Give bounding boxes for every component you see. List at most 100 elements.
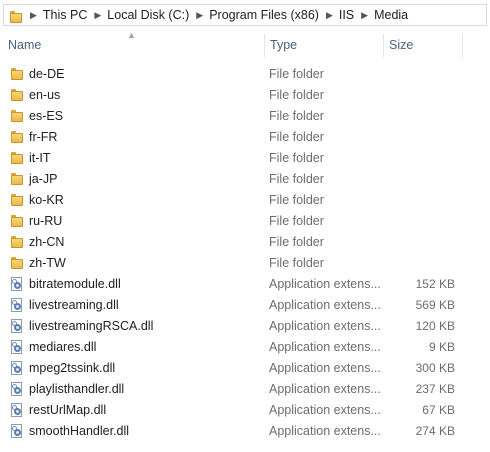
list-item[interactable]: fr-FR File folder: [0, 127, 490, 148]
file-name: it-IT: [29, 151, 51, 165]
file-type: File folder: [269, 67, 324, 81]
breadcrumb-iis[interactable]: IIS: [339, 8, 354, 22]
chevron-right-icon[interactable]: ▶: [319, 10, 339, 21]
chevron-right-icon[interactable]: ▶: [189, 10, 209, 21]
file-size: 152 KB: [415, 277, 455, 291]
breadcrumb-program-files[interactable]: Program Files (x86): [209, 8, 319, 22]
dll-file-icon: [10, 340, 24, 354]
folder-icon: [9, 10, 23, 23]
dll-file-icon: [10, 277, 24, 291]
folder-icon: [10, 67, 24, 81]
file-type: File folder: [269, 172, 324, 186]
folder-icon: [10, 130, 24, 144]
list-item[interactable]: mediares.dll Application extens... 9 KB: [0, 337, 490, 358]
sort-ascending-icon: ▲: [127, 30, 136, 40]
file-name: bitratemodule.dll: [29, 277, 121, 291]
file-name: smoothHandler.dll: [29, 424, 130, 438]
file-size: 9 KB: [428, 340, 455, 354]
file-type: Application extens...: [269, 424, 381, 438]
file-size: 300 KB: [415, 361, 455, 375]
dll-file-icon: [10, 298, 24, 312]
list-item[interactable]: restUrlMap.dll Application extens... 67 KB: [0, 400, 490, 421]
list-item[interactable]: livestreamingRSCA.dll Application extens.…: [0, 316, 490, 337]
file-name: ja-JP: [29, 172, 58, 186]
column-name-header[interactable]: Name: [8, 38, 41, 52]
breadcrumb-local-disk[interactable]: Local Disk (C:): [107, 8, 189, 22]
breadcrumb-this-pc[interactable]: This PC: [43, 8, 87, 22]
file-type: File folder: [269, 109, 324, 123]
dll-file-icon: [10, 424, 24, 438]
file-type: Application extens...: [269, 277, 381, 291]
file-name: fr-FR: [29, 130, 58, 144]
list-item[interactable]: playlisthandler.dll Application extens...…: [0, 379, 490, 400]
file-name: restUrlMap.dll: [29, 403, 107, 417]
file-type: File folder: [269, 88, 324, 102]
column-divider[interactable]: [383, 34, 384, 58]
file-size: 120 KB: [415, 319, 455, 333]
file-name: ru-RU: [29, 214, 63, 228]
file-type: File folder: [269, 130, 324, 144]
file-size: 569 KB: [415, 298, 455, 312]
folder-icon: [10, 151, 24, 165]
column-size-header[interactable]: Size: [389, 38, 413, 52]
file-type: Application extens...: [269, 382, 381, 396]
list-item[interactable]: de-DE File folder: [0, 64, 490, 85]
list-item[interactable]: smoothHandler.dll Application extens... 27…: [0, 421, 490, 442]
file-name: playlisthandler.dll: [29, 382, 125, 396]
file-name: ko-KR: [29, 193, 64, 207]
list-item[interactable]: zh-TW File folder: [0, 253, 490, 274]
dll-file-icon: [10, 382, 24, 396]
folder-icon: [10, 235, 24, 249]
dll-file-icon: [10, 361, 24, 375]
folder-icon: [10, 193, 24, 207]
file-name: en-us: [29, 88, 61, 102]
folder-icon: [10, 256, 24, 270]
chevron-right-icon[interactable]: ▶: [354, 10, 374, 21]
dll-file-icon: [10, 319, 24, 333]
file-type: Application extens...: [269, 319, 381, 333]
list-item[interactable]: livestreaming.dll Application extens... 56…: [0, 295, 490, 316]
file-list: de-DE File folder en-us File folder es-ES Fil…: [0, 64, 490, 442]
list-item[interactable]: es-ES File folder: [0, 106, 490, 127]
list-item[interactable]: ko-KR File folder: [0, 190, 490, 211]
file-type: File folder: [269, 256, 324, 270]
file-type: Application extens...: [269, 361, 381, 375]
file-type: File folder: [269, 214, 324, 228]
file-size: 274 KB: [415, 424, 455, 438]
file-size: 237 KB: [415, 382, 455, 396]
file-type: Application extens...: [269, 403, 381, 417]
column-divider[interactable]: [264, 34, 265, 58]
file-name: mpeg2tssink.dll: [29, 361, 116, 375]
column-header: ▲ Name Type Size: [0, 30, 490, 60]
folder-icon: [10, 88, 24, 102]
folder-icon: [10, 109, 24, 123]
list-item[interactable]: bitratemodule.dll Application extens... 15…: [0, 274, 490, 295]
file-type: File folder: [269, 193, 324, 207]
folder-icon: [10, 172, 24, 186]
list-item[interactable]: zh-CN File folder: [0, 232, 490, 253]
file-name: de-DE: [29, 67, 65, 81]
file-name: es-ES: [29, 109, 64, 123]
column-divider[interactable]: [462, 34, 463, 58]
file-type: File folder: [269, 151, 324, 165]
file-type: File folder: [269, 235, 324, 249]
column-type-header[interactable]: Type: [270, 38, 297, 52]
file-name: zh-CN: [29, 235, 65, 249]
breadcrumb-media[interactable]: Media: [374, 8, 408, 22]
file-name: zh-TW: [29, 256, 66, 270]
chevron-right-icon[interactable]: ▶: [23, 10, 43, 21]
list-item[interactable]: en-us File folder: [0, 85, 490, 106]
file-size: 67 KB: [422, 403, 455, 417]
list-item[interactable]: it-IT File folder: [0, 148, 490, 169]
file-name: mediares.dll: [29, 340, 97, 354]
address-bar[interactable]: ▶ This PC ▶ Local Disk (C:) ▶ Program Fi…: [3, 4, 487, 26]
file-name: livestreaming.dll: [29, 298, 119, 312]
file-type: Application extens...: [269, 340, 381, 354]
dll-file-icon: [10, 403, 24, 417]
list-item[interactable]: ja-JP File folder: [0, 169, 490, 190]
file-type: Application extens...: [269, 298, 381, 312]
list-item[interactable]: ru-RU File folder: [0, 211, 490, 232]
list-item[interactable]: mpeg2tssink.dll Application extens... 300 …: [0, 358, 490, 379]
chevron-right-icon[interactable]: ▶: [87, 10, 107, 21]
folder-icon: [10, 214, 24, 228]
